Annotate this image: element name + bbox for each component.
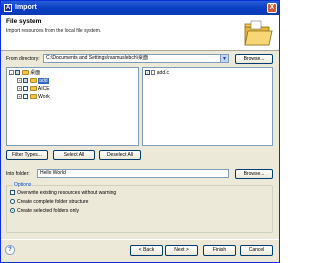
expand-icon[interactable]: +	[17, 78, 22, 84]
tree-checkbox[interactable]	[23, 86, 29, 92]
footer-separator	[1, 239, 279, 240]
from-directory-value: C:\Documents and Settings\rasmuslebch\桌面	[46, 55, 148, 61]
next-button[interactable]: Next >	[165, 245, 198, 256]
into-folder-label: Into folder:	[6, 171, 30, 177]
file-checkbox[interactable]: ✓	[145, 70, 150, 76]
filter-types-button[interactable]: Filter Types...	[6, 150, 48, 160]
tree-item-aice[interactable]: + AICE	[17, 85, 50, 93]
finish-button[interactable]: Finish	[203, 245, 236, 256]
into-folder-browse-button[interactable]: Browse...	[235, 169, 273, 179]
tree-item-add[interactable]: + add	[17, 77, 49, 85]
tree-item-work[interactable]: + Work	[17, 93, 50, 101]
select-all-button[interactable]: Select All	[53, 150, 95, 160]
folder-tree[interactable]: - 桌面 + add + AICE + Work	[6, 67, 139, 146]
import-dialog: A Import X File system Import resources …	[0, 0, 280, 263]
chevron-down-icon[interactable]: ▼	[220, 55, 228, 62]
c-file-icon	[151, 70, 156, 76]
folder-icon	[29, 86, 37, 92]
deselect-all-button[interactable]: Deselect All	[99, 150, 141, 160]
wizard-banner: File system Import resources from the lo…	[1, 15, 279, 51]
collapse-icon[interactable]: -	[9, 70, 14, 76]
from-directory-browse-button[interactable]: Browse...	[235, 54, 273, 64]
import-app-icon: A	[4, 4, 12, 12]
back-button[interactable]: < Back	[130, 245, 163, 256]
tree-item-label: AICE	[37, 86, 50, 92]
banner-title: File system	[6, 18, 42, 25]
expand-icon[interactable]: +	[17, 86, 22, 92]
folder-icon	[29, 94, 37, 100]
overwrite-option[interactable]: Overwrite existing resources without war…	[10, 190, 116, 197]
tree-item-label: 桌面	[30, 70, 41, 76]
options-group: Options Overwrite existing resources wit…	[6, 182, 273, 233]
create-selected-option[interactable]: Create selected folders only	[10, 208, 79, 215]
create-complete-option[interactable]: Create complete folder structure	[10, 199, 88, 206]
overwrite-checkbox[interactable]	[10, 190, 15, 196]
tree-item-label: add	[38, 78, 49, 84]
tree-checkbox[interactable]	[15, 70, 21, 76]
create-selected-radio[interactable]	[10, 208, 15, 214]
options-title: Options	[13, 182, 33, 188]
create-selected-label: Create selected folders only	[17, 208, 79, 214]
create-complete-label: Create complete folder structure	[17, 199, 89, 205]
banner-description: Import resources from the local file sys…	[6, 28, 102, 34]
file-item-label: add.c	[156, 70, 170, 76]
help-icon[interactable]: ?	[5, 245, 15, 255]
into-folder-input[interactable]: Hello World	[37, 169, 229, 178]
cancel-button[interactable]: Cancel	[240, 245, 273, 256]
title-bar[interactable]: A Import X	[1, 1, 279, 15]
tree-item-label: Work	[38, 94, 50, 100]
create-complete-radio[interactable]	[10, 199, 15, 205]
tree-checkbox[interactable]	[23, 78, 29, 84]
open-folder-icon	[244, 20, 273, 46]
file-list[interactable]: ✓ add.c	[142, 67, 273, 146]
folder-icon	[21, 70, 29, 76]
folder-icon	[29, 78, 37, 84]
from-directory-label: From directory:	[6, 56, 40, 62]
close-button[interactable]: X	[267, 3, 277, 13]
overwrite-label: Overwrite existing resources without war…	[17, 190, 117, 196]
tree-item-desktop[interactable]: - 桌面	[9, 69, 40, 77]
tree-checkbox[interactable]	[23, 94, 29, 100]
window-title: Import	[15, 4, 37, 11]
file-item-add-c[interactable]: ✓ add.c	[145, 69, 169, 77]
expand-icon[interactable]: +	[17, 94, 22, 100]
from-directory-combo[interactable]: C:\Documents and Settings\rasmuslebch\桌面…	[43, 54, 229, 63]
